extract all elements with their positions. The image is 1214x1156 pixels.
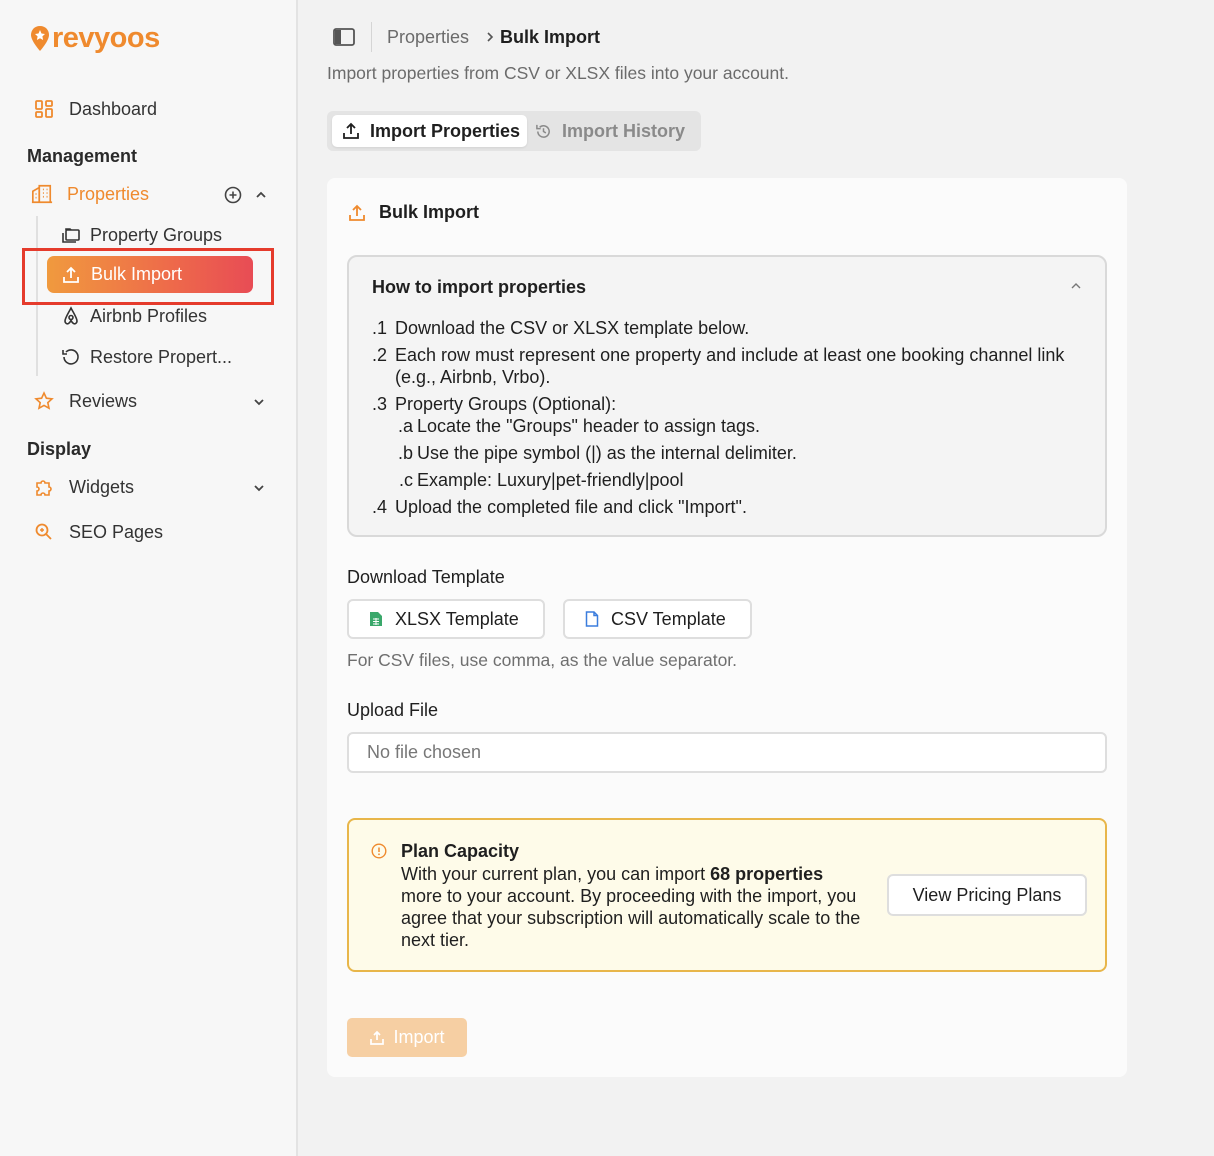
puzzle-icon	[33, 476, 55, 498]
list-item: a. Locate the "Groups" header to assign …	[395, 415, 1089, 437]
dashboard-icon	[33, 98, 55, 120]
divider	[371, 22, 372, 52]
plan-title: Plan Capacity	[401, 841, 520, 861]
breadcrumb-properties[interactable]: Properties	[387, 27, 469, 48]
step-text: Upload the completed file and click "Imp…	[395, 497, 747, 517]
sidebar-item-properties[interactable]: Properties	[31, 183, 149, 205]
step-number: 1.	[371, 318, 387, 338]
list-item: 2. Each row must represent one property …	[369, 344, 1089, 388]
substep-letter: c.	[398, 470, 413, 490]
spreadsheet-icon	[370, 612, 382, 626]
step-number: 2.	[371, 345, 387, 365]
page-subtitle: Import properties from CSV or XLSX files…	[327, 63, 789, 83]
xlsx-template-button[interactable]: XLSX Template	[347, 599, 545, 639]
upload-icon	[343, 122, 359, 139]
revyoos-logo[interactable]: revyoos	[30, 22, 160, 55]
sidebar-item-seo-pages[interactable]: SEO Pages	[33, 521, 163, 543]
sidebar-item-property-groups[interactable]: Property Groups	[60, 224, 222, 246]
sidebar-item-label: Reviews	[69, 390, 138, 411]
list-item: 1. Download the CSV or XLSX template bel…	[369, 317, 1089, 339]
sidebar-item-label: SEO Pages	[69, 521, 164, 542]
sidebar-item-reviews[interactable]: Reviews	[33, 390, 137, 412]
substep-letter: a.	[397, 416, 413, 436]
sidebar-item-widgets[interactable]: Widgets	[33, 476, 134, 498]
download-template-label: Download Template	[347, 567, 505, 587]
document-icon	[585, 611, 599, 627]
step-text: Each row must represent one property and…	[395, 345, 1065, 387]
chevron-up-icon[interactable]	[1069, 279, 1083, 293]
sidebar: revyoos Dashboard Management Properties …	[0, 0, 298, 1156]
tab-list: Import Properties Import History	[327, 111, 701, 151]
csv-hint: For CSV files, use comma, as the value s…	[347, 650, 738, 670]
substep-letter: b.	[397, 443, 413, 463]
restore-icon	[60, 346, 82, 368]
folders-icon	[60, 224, 82, 246]
file-input[interactable]: No file chosen	[347, 732, 1107, 773]
sidebar-item-label: Restore Propert...	[90, 346, 233, 367]
tab-label: Import Properties	[370, 120, 521, 141]
list-item: b. Use the pipe symbol (|) as the intern…	[395, 442, 1089, 464]
chevron-down-icon[interactable]	[252, 395, 266, 409]
tab-label: Import History	[562, 120, 686, 141]
upload-icon	[349, 204, 365, 221]
sidebar-item-restore-properties[interactable]: Restore Propert...	[60, 346, 232, 368]
list-item: c. Example: Luxury|pet-friendly|pool	[395, 469, 1089, 491]
step-text: Property Groups (Optional):	[395, 394, 617, 414]
plan-capacity-alert: Plan Capacity With your current plan, yo…	[347, 818, 1107, 972]
step-number: 3.	[371, 394, 387, 414]
howto-title: How to import properties	[372, 277, 587, 297]
button-label: XLSX Template	[395, 608, 519, 629]
step-text: Download the CSV or XLSX template below.	[395, 318, 750, 338]
list-item: 3. Property Groups (Optional): a. Locate…	[369, 393, 1089, 491]
logo-pin-icon	[31, 25, 49, 51]
view-pricing-plans-button[interactable]: View Pricing Plans	[887, 874, 1087, 916]
logo-text: revyoos	[52, 22, 160, 54]
section-management: Management	[27, 146, 138, 166]
sidebar-item-dashboard[interactable]: Dashboard	[33, 98, 157, 120]
sidebar-item-label: Dashboard	[69, 98, 158, 119]
bulk-import-card: Bulk Import How to import properties 1. …	[327, 178, 1127, 1077]
airbnb-icon	[60, 305, 82, 327]
button-label: CSV Template	[611, 608, 726, 629]
plan-text-start: With your current plan, you can import	[401, 864, 711, 884]
card-title-text: Bulk Import	[379, 202, 480, 222]
tab-import-properties[interactable]: Import Properties	[332, 115, 527, 147]
import-button[interactable]: Import	[347, 1018, 467, 1057]
substep-text: Locate the "Groups" header to assign tag…	[417, 416, 760, 436]
list-item: 4. Upload the completed file and click "…	[369, 496, 1089, 518]
chevron-right-icon	[487, 32, 494, 42]
sidebar-toggle-icon[interactable]	[333, 28, 355, 46]
step-number: 4.	[371, 497, 387, 517]
seo-search-icon	[33, 521, 55, 543]
sidebar-item-label: Airbnb Profiles	[90, 305, 208, 326]
sidebar-item-airbnb-profiles[interactable]: Airbnb Profiles	[60, 305, 207, 327]
button-label: Import	[393, 1027, 445, 1047]
substep-text: Use the pipe symbol (|) as the internal …	[417, 443, 797, 463]
highlight-annotation	[22, 248, 274, 305]
sidebar-item-label: Widgets	[69, 476, 135, 497]
building-icon	[31, 183, 53, 205]
add-property-icon[interactable]	[224, 186, 242, 204]
info-icon	[371, 843, 387, 859]
howto-steps: 1. Download the CSV or XLSX template bel…	[369, 317, 1089, 518]
chevron-up-icon[interactable]	[254, 188, 268, 202]
plan-text: With your current plan, you can import 6…	[401, 863, 861, 951]
sidebar-item-label: Properties	[67, 183, 150, 204]
csv-template-button[interactable]: CSV Template	[563, 599, 752, 639]
sidebar-item-label: Property Groups	[90, 224, 223, 245]
history-icon	[536, 124, 550, 138]
substep-text: Example: Luxury|pet-friendly|pool	[417, 470, 684, 490]
upload-icon	[370, 1030, 385, 1045]
chevron-down-icon[interactable]	[252, 481, 266, 495]
breadcrumb-current: Bulk Import	[500, 27, 601, 47]
plan-property-count: 68 properties	[710, 864, 824, 884]
plan-text-end: more to your account. By proceeding with…	[401, 886, 861, 950]
howto-accordion[interactable]: How to import properties 1. Download the…	[347, 255, 1107, 537]
card-title: Bulk Import	[347, 202, 479, 223]
tab-import-history[interactable]: Import History	[535, 115, 685, 147]
section-display: Display	[27, 439, 92, 459]
star-icon	[33, 390, 55, 412]
upload-file-label: Upload File	[347, 700, 439, 720]
